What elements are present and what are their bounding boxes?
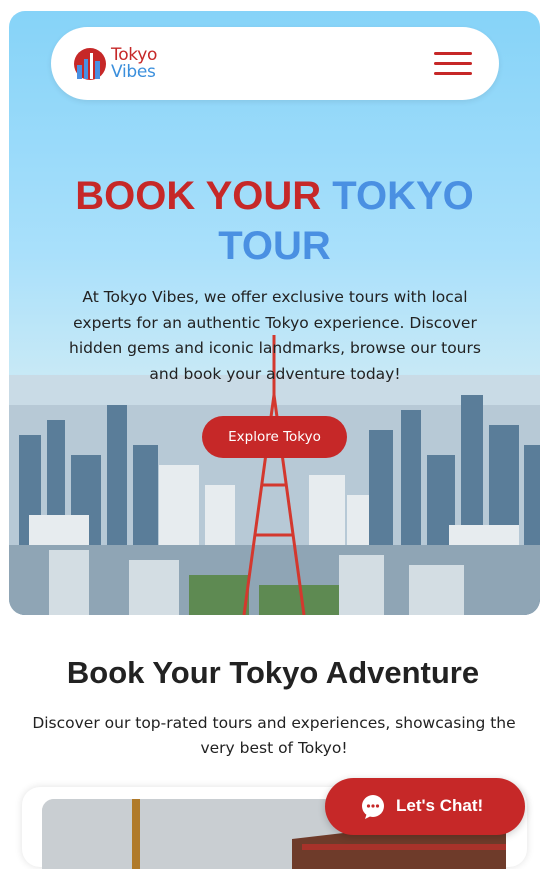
hero-title-part3: TOUR	[218, 224, 331, 268]
hero-title-part2: TOKYO	[332, 174, 474, 218]
adventure-section-description: Discover our top-rated tours and experie…	[32, 714, 516, 757]
chat-bubble-icon	[362, 795, 384, 819]
hero-section: Tokyo Vibes BOOK YOUR TOKYO TOUR At Toky…	[9, 11, 540, 615]
hero-title-part1: BOOK YOUR	[75, 174, 333, 218]
tokyo-vibes-logo[interactable]: Tokyo Vibes	[73, 45, 173, 83]
hamburger-icon[interactable]	[434, 52, 472, 76]
explore-tokyo-button[interactable]: Explore Tokyo	[202, 416, 347, 458]
adventure-section-title: Book Your Tokyo Adventure	[66, 655, 480, 690]
hero-description: At Tokyo Vibes, we offer exclusive tours…	[69, 288, 481, 383]
logo-mark-icon	[74, 48, 106, 80]
hero-title: BOOK YOUR TOKYO TOUR	[9, 171, 540, 271]
logo-text-vibes: Vibes	[111, 62, 156, 82]
top-navbar: Tokyo Vibes	[51, 27, 499, 100]
chat-label: Let's Chat!	[396, 796, 484, 815]
lets-chat-button[interactable]: Let's Chat!	[325, 778, 525, 835]
